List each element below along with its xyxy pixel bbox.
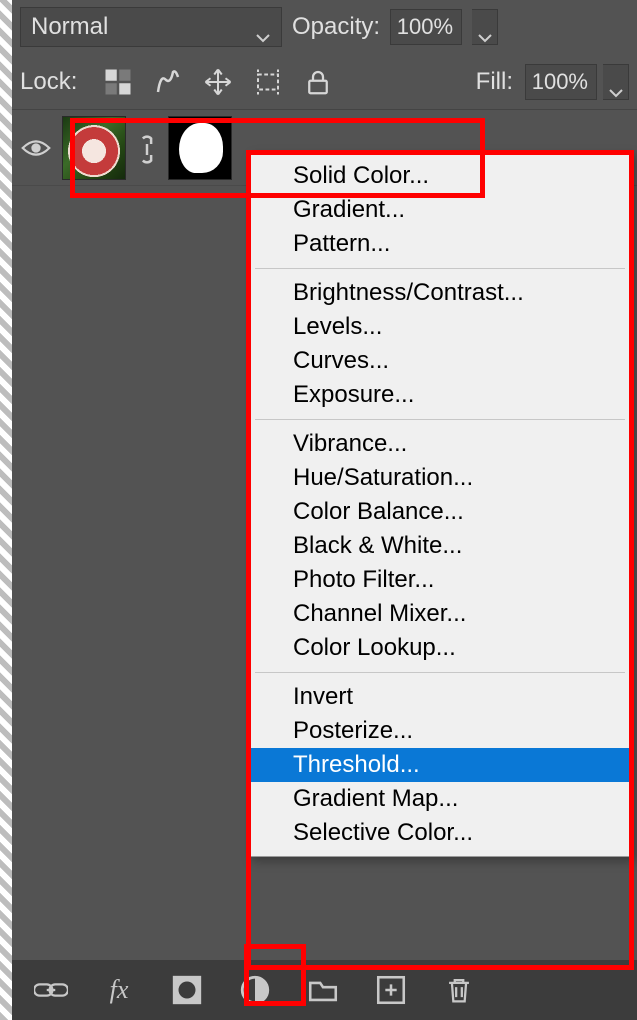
blend-mode-select[interactable]: Normal	[20, 7, 282, 47]
menu-item[interactable]: Threshold...	[249, 748, 631, 782]
menu-separator	[255, 419, 625, 420]
chevron-down-icon	[255, 22, 271, 32]
lock-label: Lock:	[20, 68, 77, 96]
lock-artboard-icon[interactable]	[253, 67, 283, 97]
lock-transparency-icon[interactable]	[103, 67, 133, 97]
layer-mask-thumbnail[interactable]	[168, 116, 232, 180]
canvas-edge-ruler	[0, 0, 12, 1020]
menu-item[interactable]: Invert	[249, 680, 631, 714]
menu-item[interactable]: Selective Color...	[249, 816, 631, 850]
opacity-label: Opacity:	[292, 13, 380, 41]
menu-item[interactable]: Photo Filter...	[249, 563, 631, 597]
menu-item[interactable]: Levels...	[249, 310, 631, 344]
lock-image-icon[interactable]	[153, 67, 183, 97]
delete-icon[interactable]	[442, 973, 476, 1007]
group-icon[interactable]	[306, 973, 340, 1007]
blend-opacity-row: Normal Opacity: 100%	[12, 0, 637, 54]
chevron-down-icon	[608, 77, 624, 87]
lock-row: Lock: Fill: 100%	[12, 54, 637, 110]
layer-thumbnail[interactable]	[62, 116, 126, 180]
menu-item[interactable]: Color Balance...	[249, 495, 631, 529]
menu-item[interactable]: Gradient...	[249, 193, 631, 227]
opacity-dropdown-button[interactable]	[472, 9, 498, 45]
adjustment-layer-icon[interactable]	[238, 973, 272, 1007]
link-icon[interactable]	[136, 133, 158, 163]
menu-item[interactable]: Curves...	[249, 344, 631, 378]
lock-all-icon[interactable]	[303, 67, 333, 97]
menu-item[interactable]: Black & White...	[249, 529, 631, 563]
menu-item[interactable]: Posterize...	[249, 714, 631, 748]
fill-label: Fill:	[476, 68, 513, 96]
chevron-down-icon	[477, 22, 493, 32]
menu-item[interactable]: Solid Color...	[249, 159, 631, 193]
menu-separator	[255, 672, 625, 673]
menu-item[interactable]: Hue/Saturation...	[249, 461, 631, 495]
visibility-toggle-icon[interactable]	[20, 132, 52, 164]
add-mask-icon[interactable]	[170, 973, 204, 1007]
menu-item[interactable]: Brightness/Contrast...	[249, 276, 631, 310]
blend-mode-value: Normal	[31, 13, 108, 41]
menu-item[interactable]: Exposure...	[249, 378, 631, 412]
layers-bottom-bar: fx	[12, 960, 637, 1020]
new-layer-icon[interactable]	[374, 973, 408, 1007]
fill-group: Fill: 100%	[476, 64, 629, 100]
menu-item[interactable]: Pattern...	[249, 227, 631, 261]
adjustment-layer-menu[interactable]: Solid Color...Gradient...Pattern... Brigh…	[248, 152, 632, 857]
fill-dropdown-button[interactable]	[603, 64, 629, 100]
menu-item[interactable]: Color Lookup...	[249, 631, 631, 665]
opacity-field[interactable]: 100%	[390, 9, 462, 45]
menu-item[interactable]: Channel Mixer...	[249, 597, 631, 631]
fill-field[interactable]: 100%	[525, 64, 597, 100]
menu-separator	[255, 268, 625, 269]
opacity-value: 100%	[397, 14, 453, 40]
menu-item[interactable]: Gradient Map...	[249, 782, 631, 816]
fill-value: 100%	[532, 69, 588, 95]
layer-style-icon[interactable]: fx	[102, 973, 136, 1007]
link-layers-icon[interactable]	[34, 973, 68, 1007]
lock-position-icon[interactable]	[203, 67, 233, 97]
menu-item[interactable]: Vibrance...	[249, 427, 631, 461]
